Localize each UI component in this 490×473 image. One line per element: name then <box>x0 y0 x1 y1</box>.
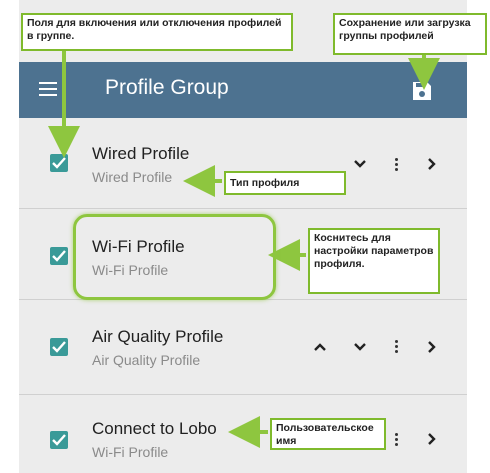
callout-checkboxes: Поля для включения или отключения профил… <box>21 13 293 51</box>
callout-save: Сохранение или загрузка группы профилей <box>333 13 487 55</box>
callout-profile-type: Тип профиля <box>224 171 346 195</box>
callout-touch: Коснитесь для настройки параметров профи… <box>308 228 440 294</box>
wifi-profile-highlight <box>73 214 276 300</box>
callout-custom-name: Пользовательское имя <box>270 418 386 450</box>
